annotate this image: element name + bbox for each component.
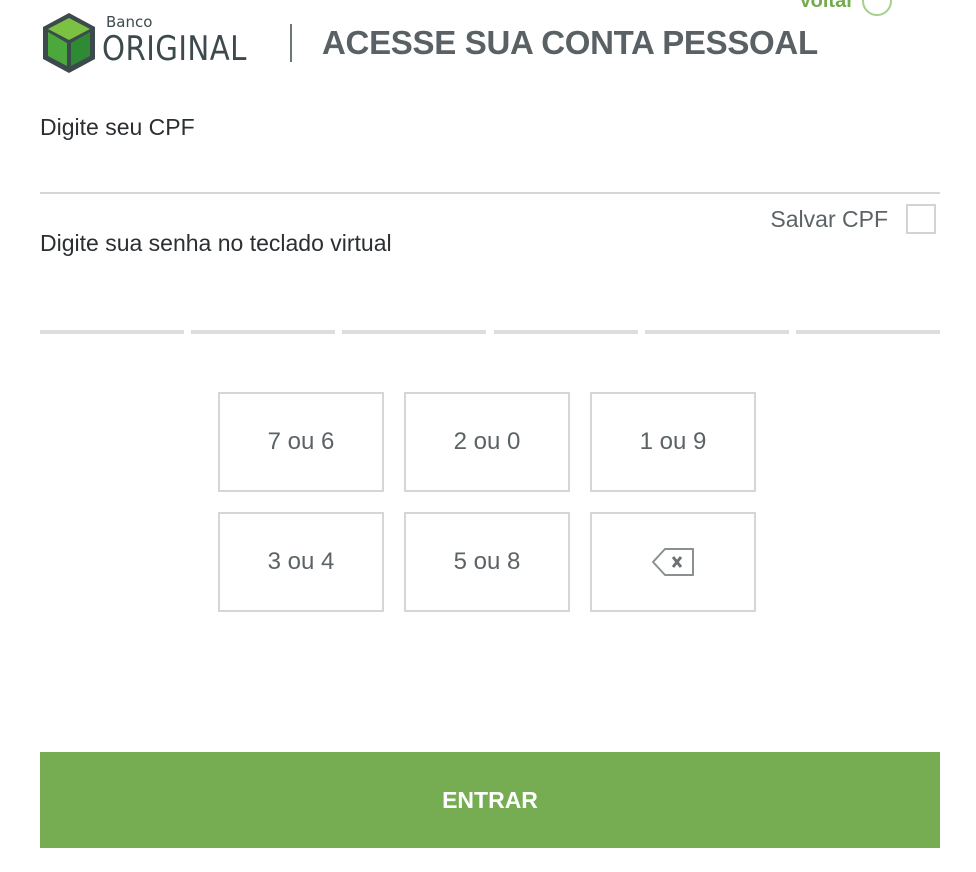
password-label: Digite sua senha no teclado virtual bbox=[40, 230, 392, 256]
password-slot bbox=[644, 330, 789, 334]
password-slot bbox=[493, 330, 638, 334]
password-slot bbox=[795, 330, 940, 334]
header: Banco ORIGINAL ACESSE SUA CONTA PESSOAL bbox=[40, 10, 818, 76]
keypad-key-5[interactable]: 5 ou 8 bbox=[404, 512, 570, 612]
brand-wordmark: Banco ORIGINAL bbox=[102, 13, 252, 73]
header-divider bbox=[290, 24, 292, 62]
virtual-keypad: 7 ou 6 2 ou 0 1 ou 9 3 ou 4 5 ou 8 bbox=[218, 392, 756, 612]
save-cpf-checkbox[interactable] bbox=[906, 204, 936, 234]
page-title: ACESSE SUA CONTA PESSOAL bbox=[322, 24, 818, 61]
save-cpf-toggle[interactable]: Salvar CPF bbox=[770, 204, 936, 234]
back-circle-icon bbox=[862, 0, 892, 16]
cpf-input[interactable] bbox=[40, 140, 940, 194]
password-slots bbox=[40, 330, 940, 334]
password-slot bbox=[191, 330, 336, 334]
keypad-key-3[interactable]: 1 ou 9 bbox=[590, 392, 756, 492]
submit-button[interactable]: ENTRAR bbox=[40, 752, 940, 848]
keypad-key-2[interactable]: 2 ou 0 bbox=[404, 392, 570, 492]
brand-logo[interactable]: Banco ORIGINAL bbox=[40, 11, 252, 75]
backspace-icon bbox=[652, 548, 694, 576]
password-slot bbox=[40, 330, 184, 334]
cube-logo-icon bbox=[43, 13, 95, 73]
brand-large-text: ORIGINAL bbox=[102, 29, 247, 69]
cpf-label: Digite seu CPF bbox=[40, 114, 195, 140]
keypad-key-4[interactable]: 3 ou 4 bbox=[218, 512, 384, 612]
keypad-key-1[interactable]: 7 ou 6 bbox=[218, 392, 384, 492]
backspace-button[interactable] bbox=[590, 512, 756, 612]
password-slot bbox=[342, 330, 487, 334]
login-page: Voltar Banco ORIGINAL ACESSE SUA CONTA P… bbox=[0, 0, 976, 872]
save-cpf-label: Salvar CPF bbox=[770, 205, 888, 232]
